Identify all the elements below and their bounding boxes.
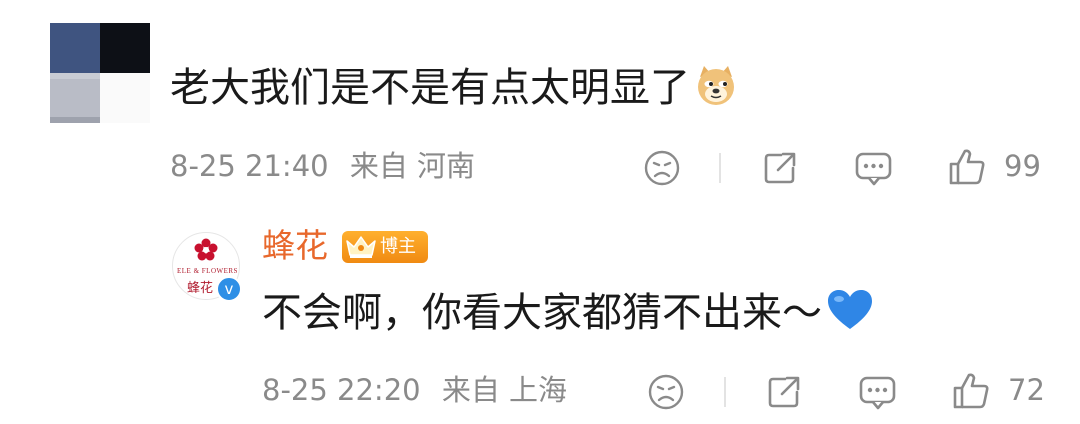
share-icon[interactable] bbox=[762, 372, 806, 412]
verified-v-icon: v bbox=[216, 276, 242, 302]
blue-heart-emoji bbox=[826, 288, 874, 347]
reply-comment-icon[interactable] bbox=[856, 372, 900, 412]
comment-date: 8-25 21:40 bbox=[170, 149, 329, 183]
crown-icon bbox=[346, 236, 376, 258]
comment-location: 来自 河南 bbox=[349, 149, 476, 183]
flower-logo-icon bbox=[194, 238, 218, 261]
avatar-brand-cn: 蜂花 bbox=[187, 281, 214, 296]
reply-text: 不会啊，你看大家都猜不出来～ bbox=[262, 285, 874, 347]
commenter-avatar[interactable] bbox=[50, 23, 150, 123]
dislike-face-icon[interactable] bbox=[644, 372, 688, 412]
reply-meta: 8-25 22:20 来自 上海 bbox=[262, 372, 567, 408]
comment-text: 老大我们是不是有点太明显了 bbox=[170, 60, 738, 122]
reply-location: 来自 上海 bbox=[441, 373, 568, 407]
reply-date: 8-25 22:20 bbox=[262, 373, 421, 407]
share-icon[interactable] bbox=[758, 148, 802, 188]
action-divider bbox=[719, 153, 721, 183]
like-thumb-icon[interactable] bbox=[950, 370, 992, 412]
doge-emoji bbox=[694, 63, 738, 122]
blogger-badge: 博主 bbox=[342, 231, 428, 263]
reply-comment-icon[interactable] bbox=[852, 148, 896, 188]
action-divider bbox=[724, 377, 726, 407]
comment-meta: 8-25 21:40 来自 河南 bbox=[170, 148, 475, 184]
like-count: 72 bbox=[1008, 373, 1045, 407]
author-name[interactable]: 蜂花 bbox=[262, 224, 328, 268]
badge-label: 博主 bbox=[380, 236, 416, 257]
like-thumb-icon[interactable] bbox=[946, 146, 988, 188]
like-count: 99 bbox=[1004, 149, 1041, 183]
dislike-face-icon[interactable] bbox=[640, 148, 684, 188]
avatar-brand-en: ELE & FLOWERS bbox=[177, 267, 238, 275]
